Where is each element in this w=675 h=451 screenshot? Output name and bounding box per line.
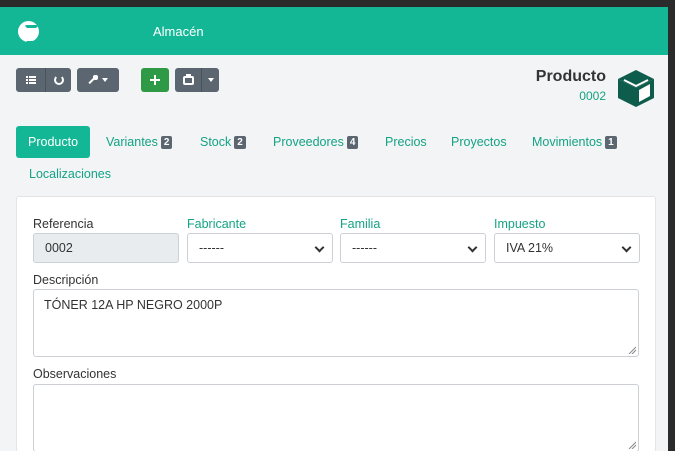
tab-movimientos[interactable]: Movimientos 1 (532, 126, 617, 158)
facturascripts-logo-icon[interactable] (18, 21, 39, 44)
list-icon (25, 76, 36, 84)
count-badge: 4 (346, 135, 359, 149)
referencia-field[interactable]: 0002 (33, 233, 179, 263)
tab-label: Producto (28, 135, 79, 149)
descripcion-textarea[interactable]: TÓNER 12A HP NEGRO 2000P (33, 289, 639, 357)
refresh-icon (53, 75, 64, 85)
fabricante-label[interactable]: Fabricante (187, 217, 246, 231)
plus-icon (150, 75, 160, 85)
tab-label: Precios (385, 135, 427, 149)
chevron-down-icon (314, 242, 325, 253)
descripcion-value: TÓNER 12A HP NEGRO 2000P (44, 298, 223, 312)
chevron-down-icon (467, 242, 478, 253)
cube-icon (618, 70, 654, 107)
print-button-group (175, 68, 219, 92)
nav-menu-almacen[interactable]: Almacén (153, 24, 204, 39)
tab-label: Movimientos (532, 135, 603, 149)
observaciones-label: Observaciones (33, 367, 117, 381)
familia-label[interactable]: Familia (340, 217, 380, 231)
tab-label: Stock (200, 135, 232, 149)
familia-select[interactable]: ------ (340, 233, 486, 263)
count-badge: 2 (234, 135, 246, 149)
top-navbar: Almacén (0, 7, 668, 55)
tab-variantes[interactable]: Variantes 2 (106, 126, 173, 158)
toolbar (16, 68, 219, 92)
observaciones-textarea[interactable] (33, 384, 639, 451)
impuesto-label[interactable]: Impuesto (494, 217, 545, 231)
list-button[interactable] (16, 68, 45, 92)
resize-grip-icon[interactable] (628, 346, 636, 354)
referencia-label: Referencia (33, 217, 94, 231)
chevron-down-icon (621, 242, 632, 253)
count-badge: 2 (160, 135, 173, 149)
tab-precios[interactable]: Precios (385, 126, 427, 158)
tab-proyectos[interactable]: Proyectos (451, 126, 507, 158)
caret-down-icon (207, 78, 214, 82)
resize-grip-icon[interactable] (628, 441, 636, 449)
nav-button-group (16, 68, 71, 92)
tab-label: Localizaciones (29, 167, 111, 181)
tab-proveedores[interactable]: Proveedores 4 (273, 126, 359, 158)
product-code: 0002 (579, 89, 606, 103)
descripcion-label: Descripción (33, 273, 99, 287)
count-badge: 1 (605, 135, 617, 149)
options-dropdown-button[interactable] (77, 68, 119, 92)
product-header: Producto 0002 (536, 68, 606, 103)
tab-localizaciones[interactable]: Localizaciones (29, 158, 111, 190)
product-form-card: Referencia 0002 Fabricante ------ Famili… (16, 196, 656, 451)
impuesto-select[interactable]: IVA 21% (494, 233, 640, 263)
tab-label: Proveedores (273, 135, 344, 149)
wrench-icon (88, 75, 98, 85)
familia-value: ------ (352, 241, 377, 255)
page-title: Producto (535, 68, 606, 85)
print-icon (182, 73, 194, 85)
print-dropdown-button[interactable] (202, 68, 219, 92)
tab-label: Proyectos (451, 135, 507, 149)
tab-producto[interactable]: Producto (16, 126, 91, 158)
new-button[interactable] (141, 68, 169, 92)
print-button[interactable] (175, 68, 201, 92)
fabricante-select[interactable]: ------ (187, 233, 333, 263)
refresh-button[interactable] (46, 68, 71, 92)
caret-down-icon (102, 78, 108, 82)
app-page: Almacén Producto 0002 Producto Variantes… (0, 7, 668, 451)
tab-label: Variantes (106, 135, 158, 149)
fabricante-value: ------ (199, 241, 224, 255)
tab-stock[interactable]: Stock 2 (200, 126, 246, 158)
impuesto-value: IVA 21% (506, 241, 554, 255)
